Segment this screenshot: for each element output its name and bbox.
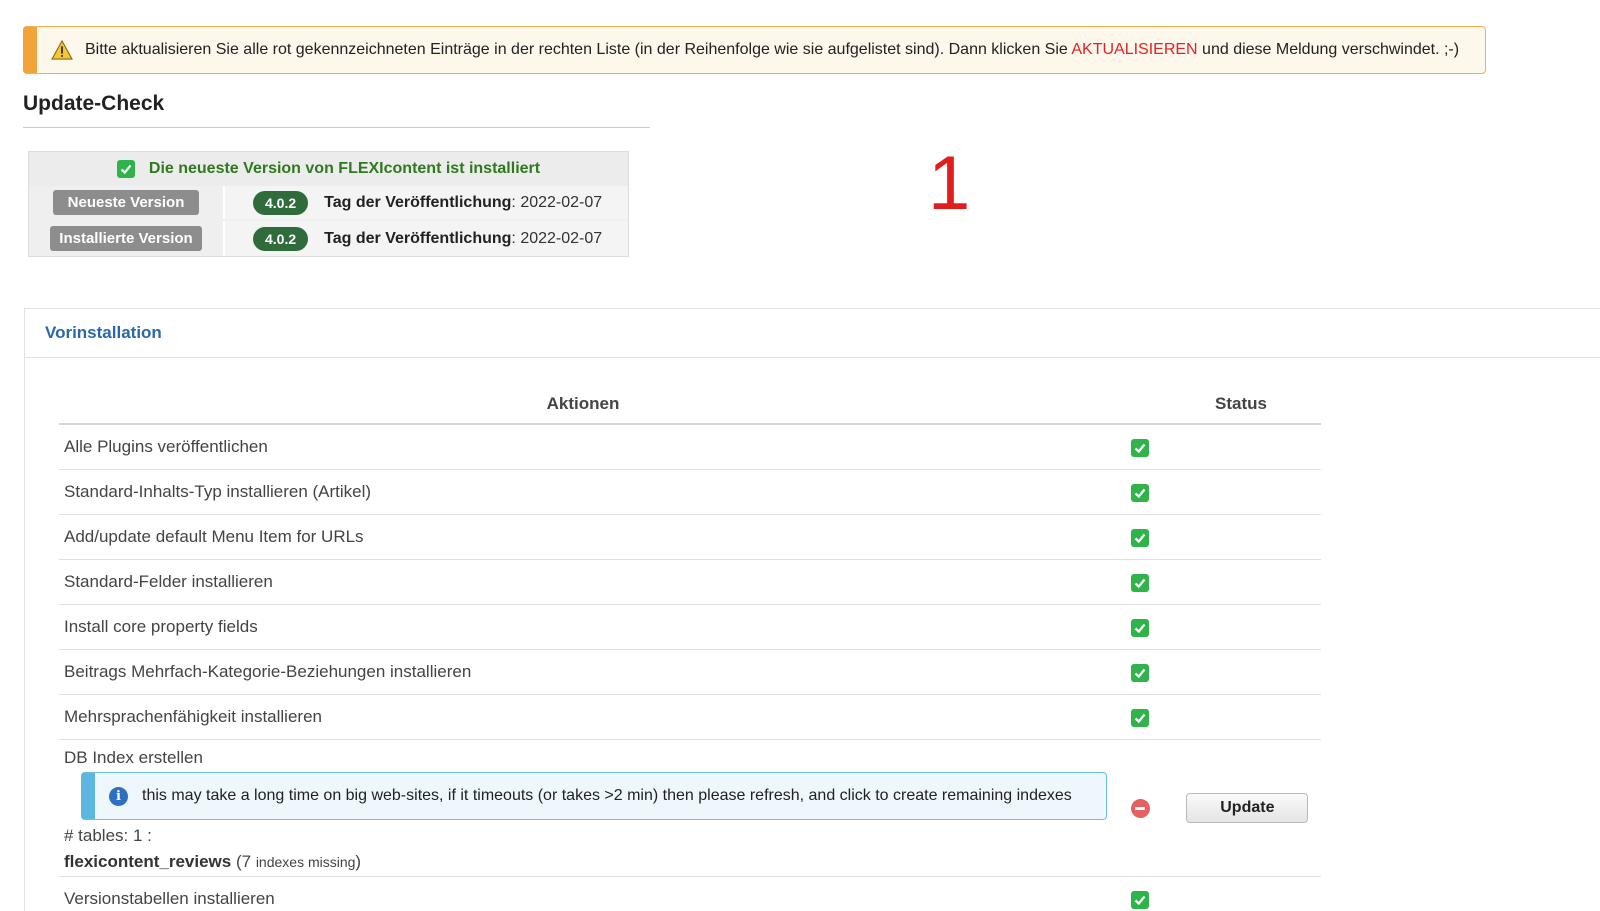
installed-version-label: Installierte Version [50, 226, 202, 251]
task-label: Beitrags Mehrfach-Kategorie-Beziehungen … [59, 649, 1107, 695]
task-row: Mehrsprachenfähigkeit installieren [59, 694, 1321, 740]
preinstall-tab[interactable]: Vorinstallation [25, 309, 1600, 358]
db-index-label: DB Index erstellen [64, 748, 203, 767]
installed-version-badge: 4.0.2 [253, 226, 309, 251]
release-date-label: Tag der Veröffentlichung [324, 229, 512, 247]
task-row: Alle Plugins veröffentlichen [59, 424, 1321, 470]
task-label: Add/update default Menu Item for URLs [59, 514, 1107, 560]
check-icon [1131, 483, 1150, 502]
task-label: Install core property fields [59, 604, 1107, 650]
table-name: flexicontent_reviews [64, 852, 232, 871]
task-row: Beitrags Mehrfach-Kategorie-Beziehungen … [59, 649, 1321, 695]
check-icon [1131, 528, 1150, 547]
missing-indexes: flexicontent_reviews (7 indexes missing) [64, 852, 362, 871]
check-icon [1131, 663, 1150, 682]
page: Bitte aktualisieren Sie alle rot gekennz… [0, 0, 1600, 911]
tables-count: # tables: 1 : [64, 826, 152, 845]
release-date-value: : 2022-02-07 [511, 229, 603, 247]
task-label: Alle Plugins veröffentlichen [59, 424, 1107, 470]
check-icon [1131, 708, 1150, 727]
db-index-row: DB Index erstellen i this may take a lon… [59, 739, 1321, 877]
task-label: Standard-Inhalts-Typ installieren (Artik… [59, 469, 1107, 515]
check-icon [1131, 438, 1150, 457]
release-date-value: : 2022-02-07 [511, 193, 603, 211]
col-status: Status [1107, 385, 1321, 425]
check-icon [1131, 618, 1150, 637]
task-label: Standard-Felder installieren [59, 559, 1107, 605]
task-label: Versionstabellen installieren [59, 876, 1107, 911]
task-row: Versionstabellen installieren [59, 876, 1321, 911]
warning-text: Bitte aktualisieren Sie alle rot gekennz… [85, 41, 1460, 58]
task-row: Standard-Felder installieren [59, 559, 1321, 605]
warning-message: Bitte aktualisieren Sie alle rot gekennz… [23, 26, 1486, 74]
task-row: Install core property fields [59, 604, 1321, 650]
warning-highlight: AKTUALISIEREN [1071, 41, 1198, 58]
preinstall-panel: Vorinstallation Aktionen Status Alle Plu… [24, 308, 1600, 911]
check-icon [116, 160, 135, 178]
update-button[interactable]: Update [1186, 793, 1309, 823]
latest-version-badge: 4.0.2 [253, 190, 309, 215]
warning-icon [51, 40, 73, 60]
info-icon: i [109, 786, 128, 806]
latest-version-label: Neueste Version [53, 190, 199, 215]
db-index-info: i this may take a long time on big web-s… [81, 772, 1107, 820]
task-row: Add/update default Menu Item for URLs [59, 514, 1321, 560]
version-status: Die neueste Version von FLEXIcontent ist… [29, 152, 628, 186]
title-divider [23, 127, 650, 128]
release-date-label: Tag der Veröffentlichung [324, 193, 512, 211]
latest-version-row: Neueste Version 4.0.2 Tag der Veröffentl… [29, 186, 628, 219]
tasks-table: Aktionen Status Alle Plugins veröffentli… [59, 385, 1321, 911]
annotation-number: 1 [928, 141, 971, 226]
installed-version-row: Installierte Version 4.0.2 Tag der Veröf… [29, 221, 628, 256]
check-icon [1131, 890, 1150, 909]
check-icon [1131, 573, 1150, 592]
version-box: Die neueste Version von FLEXIcontent ist… [28, 151, 629, 257]
error-icon [1130, 799, 1150, 818]
task-label: Mehrsprachenfähigkeit installieren [59, 694, 1107, 740]
task-row: Standard-Inhalts-Typ installieren (Artik… [59, 469, 1321, 515]
col-actions: Aktionen [59, 385, 1107, 425]
page-title: Update-Check [23, 92, 165, 115]
